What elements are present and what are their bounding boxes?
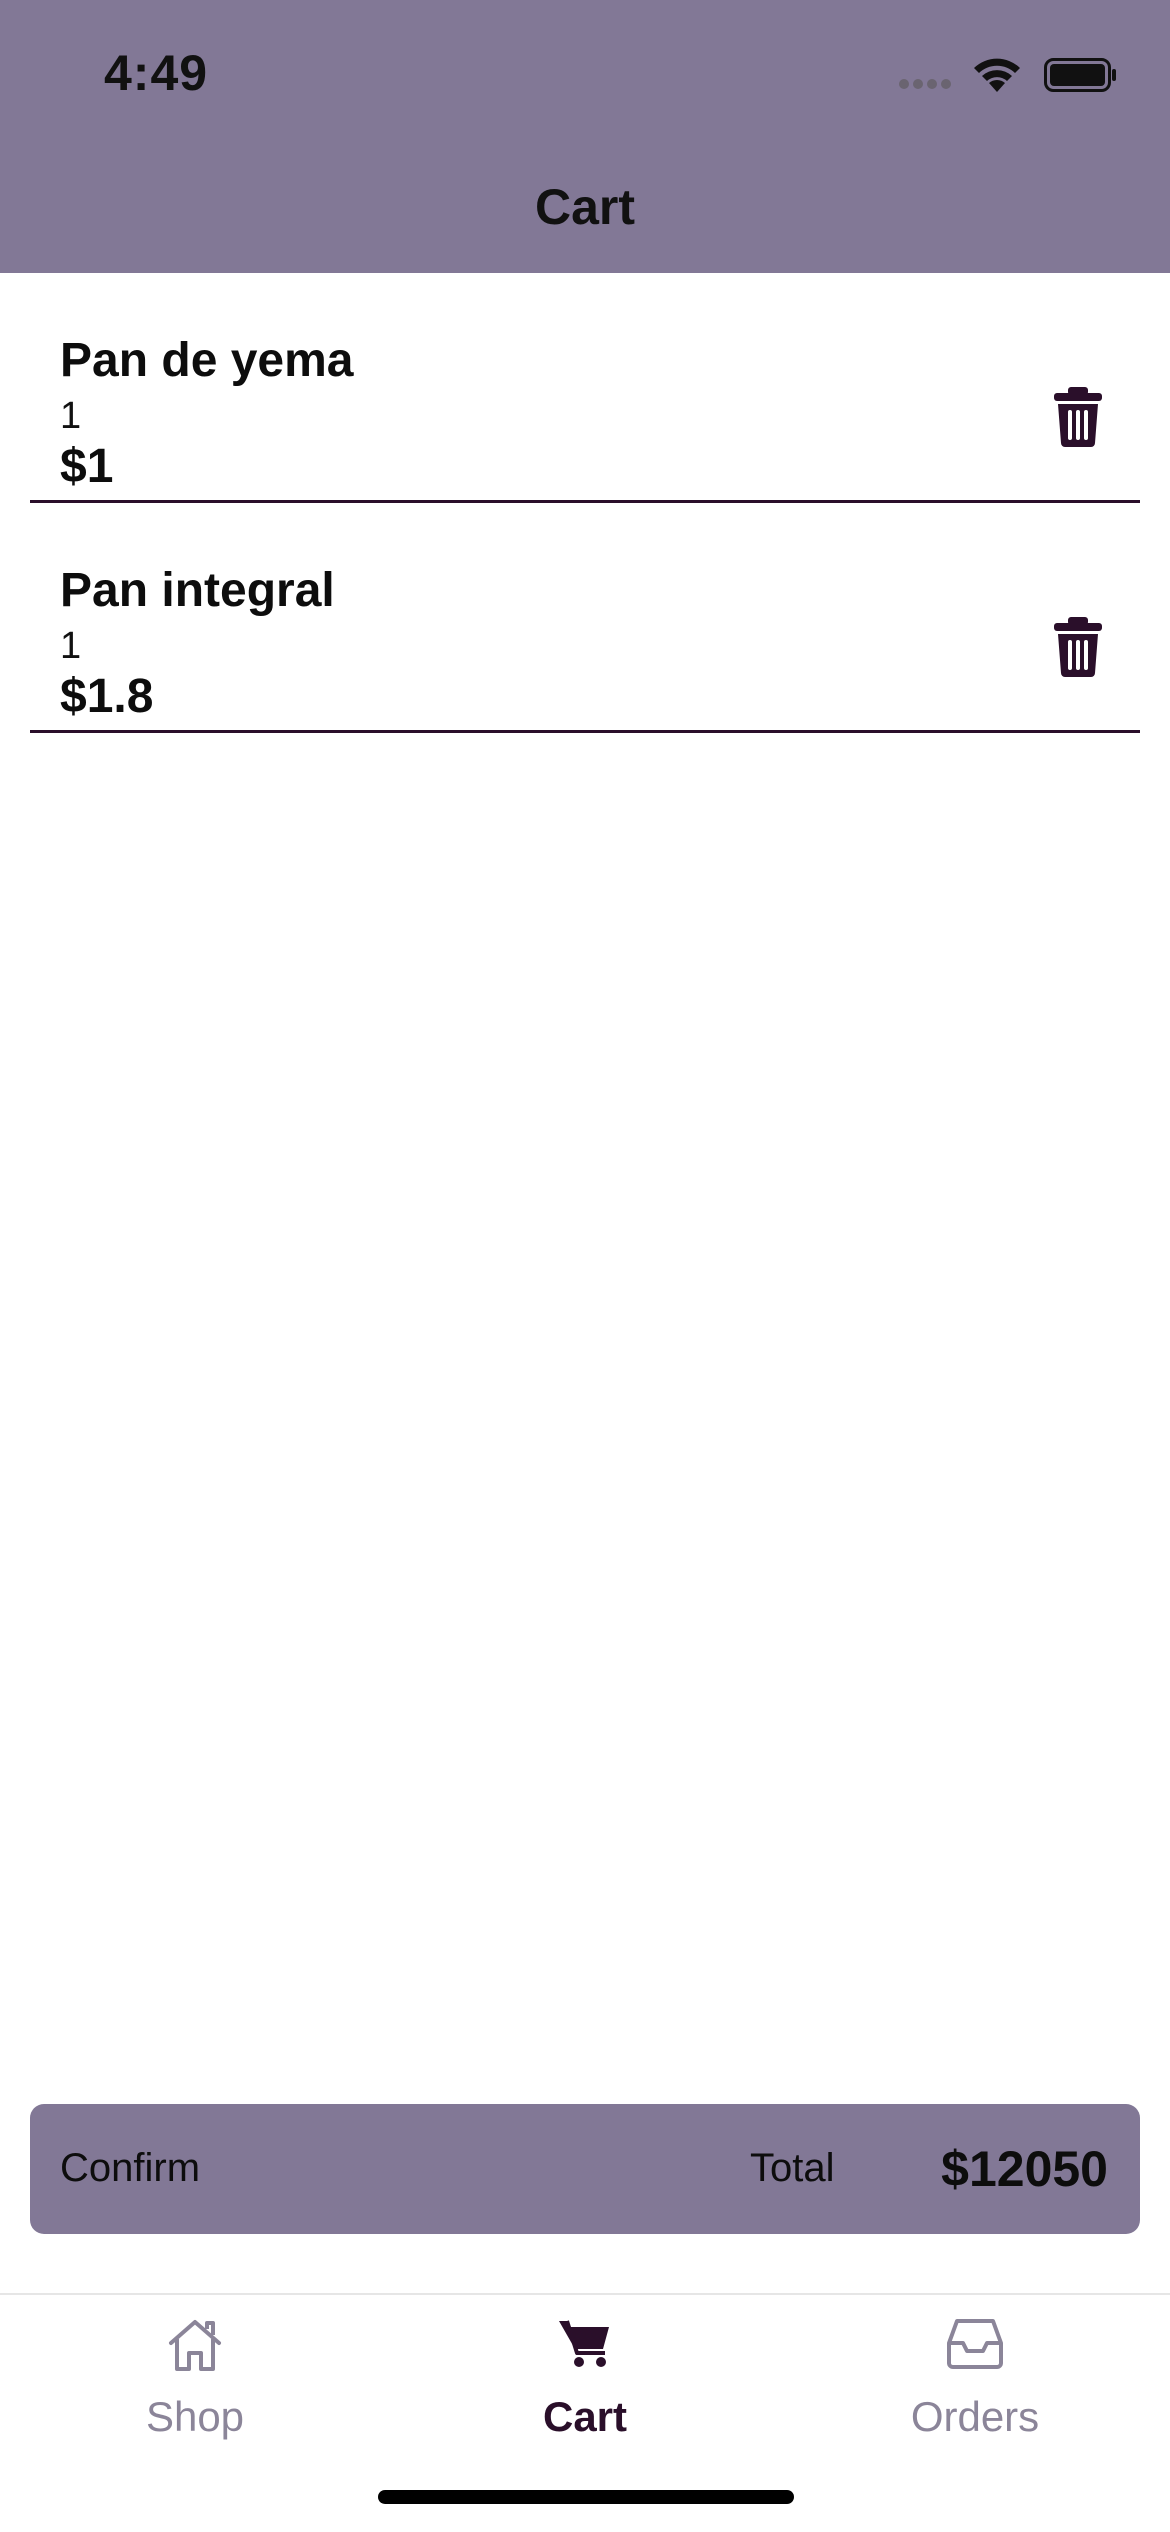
item-quantity: 1 [60,625,82,667]
cart-item: Pan integral 1 $1.8 [30,503,1140,733]
delete-item-button[interactable] [1052,617,1104,677]
trash-icon [1054,387,1102,447]
tab-label: Shop [145,2393,245,2440]
cart-icon [559,2320,609,2367]
item-name: Pan integral [60,564,335,617]
cart-list: Pan de yema 1 $1 Pan integral 1 $1.8 [30,273,1140,733]
item-quantity: 1 [60,395,82,437]
battery-icon [1044,58,1116,92]
status-icons [898,54,1118,94]
confirm-button[interactable]: Confirm Total $12050 [30,2104,1140,2234]
confirm-label: Confirm [60,2146,201,2190]
total-label: Total [750,2146,835,2190]
item-name: Pan de yema [60,334,354,387]
trash-icon [1054,617,1102,677]
signal-icon [899,79,951,89]
page-title: Cart [534,179,636,235]
inbox-icon [947,2319,1003,2369]
home-indicator [378,2490,794,2504]
total-value: $12050 [941,2141,1108,2197]
status-time: 4:49 [104,45,209,101]
tab-cart[interactable]: Cart [390,2295,780,2455]
item-price: $1 [60,440,114,493]
wifi-icon [974,58,1020,92]
delete-item-button[interactable] [1052,387,1104,447]
cart-item: Pan de yema 1 $1 [30,273,1140,503]
tab-label: Orders [910,2393,1040,2440]
tab-shop[interactable]: Shop [0,2295,390,2455]
cart-screen: 4:49 Cart Pan de yema 1 $1 Pan integral … [0,0,1170,2532]
home-icon [169,2320,221,2371]
tab-label: Cart [542,2393,628,2440]
item-price: $1.8 [60,670,154,723]
tab-orders[interactable]: Orders [780,2295,1170,2455]
header: 4:49 Cart [0,0,1170,273]
